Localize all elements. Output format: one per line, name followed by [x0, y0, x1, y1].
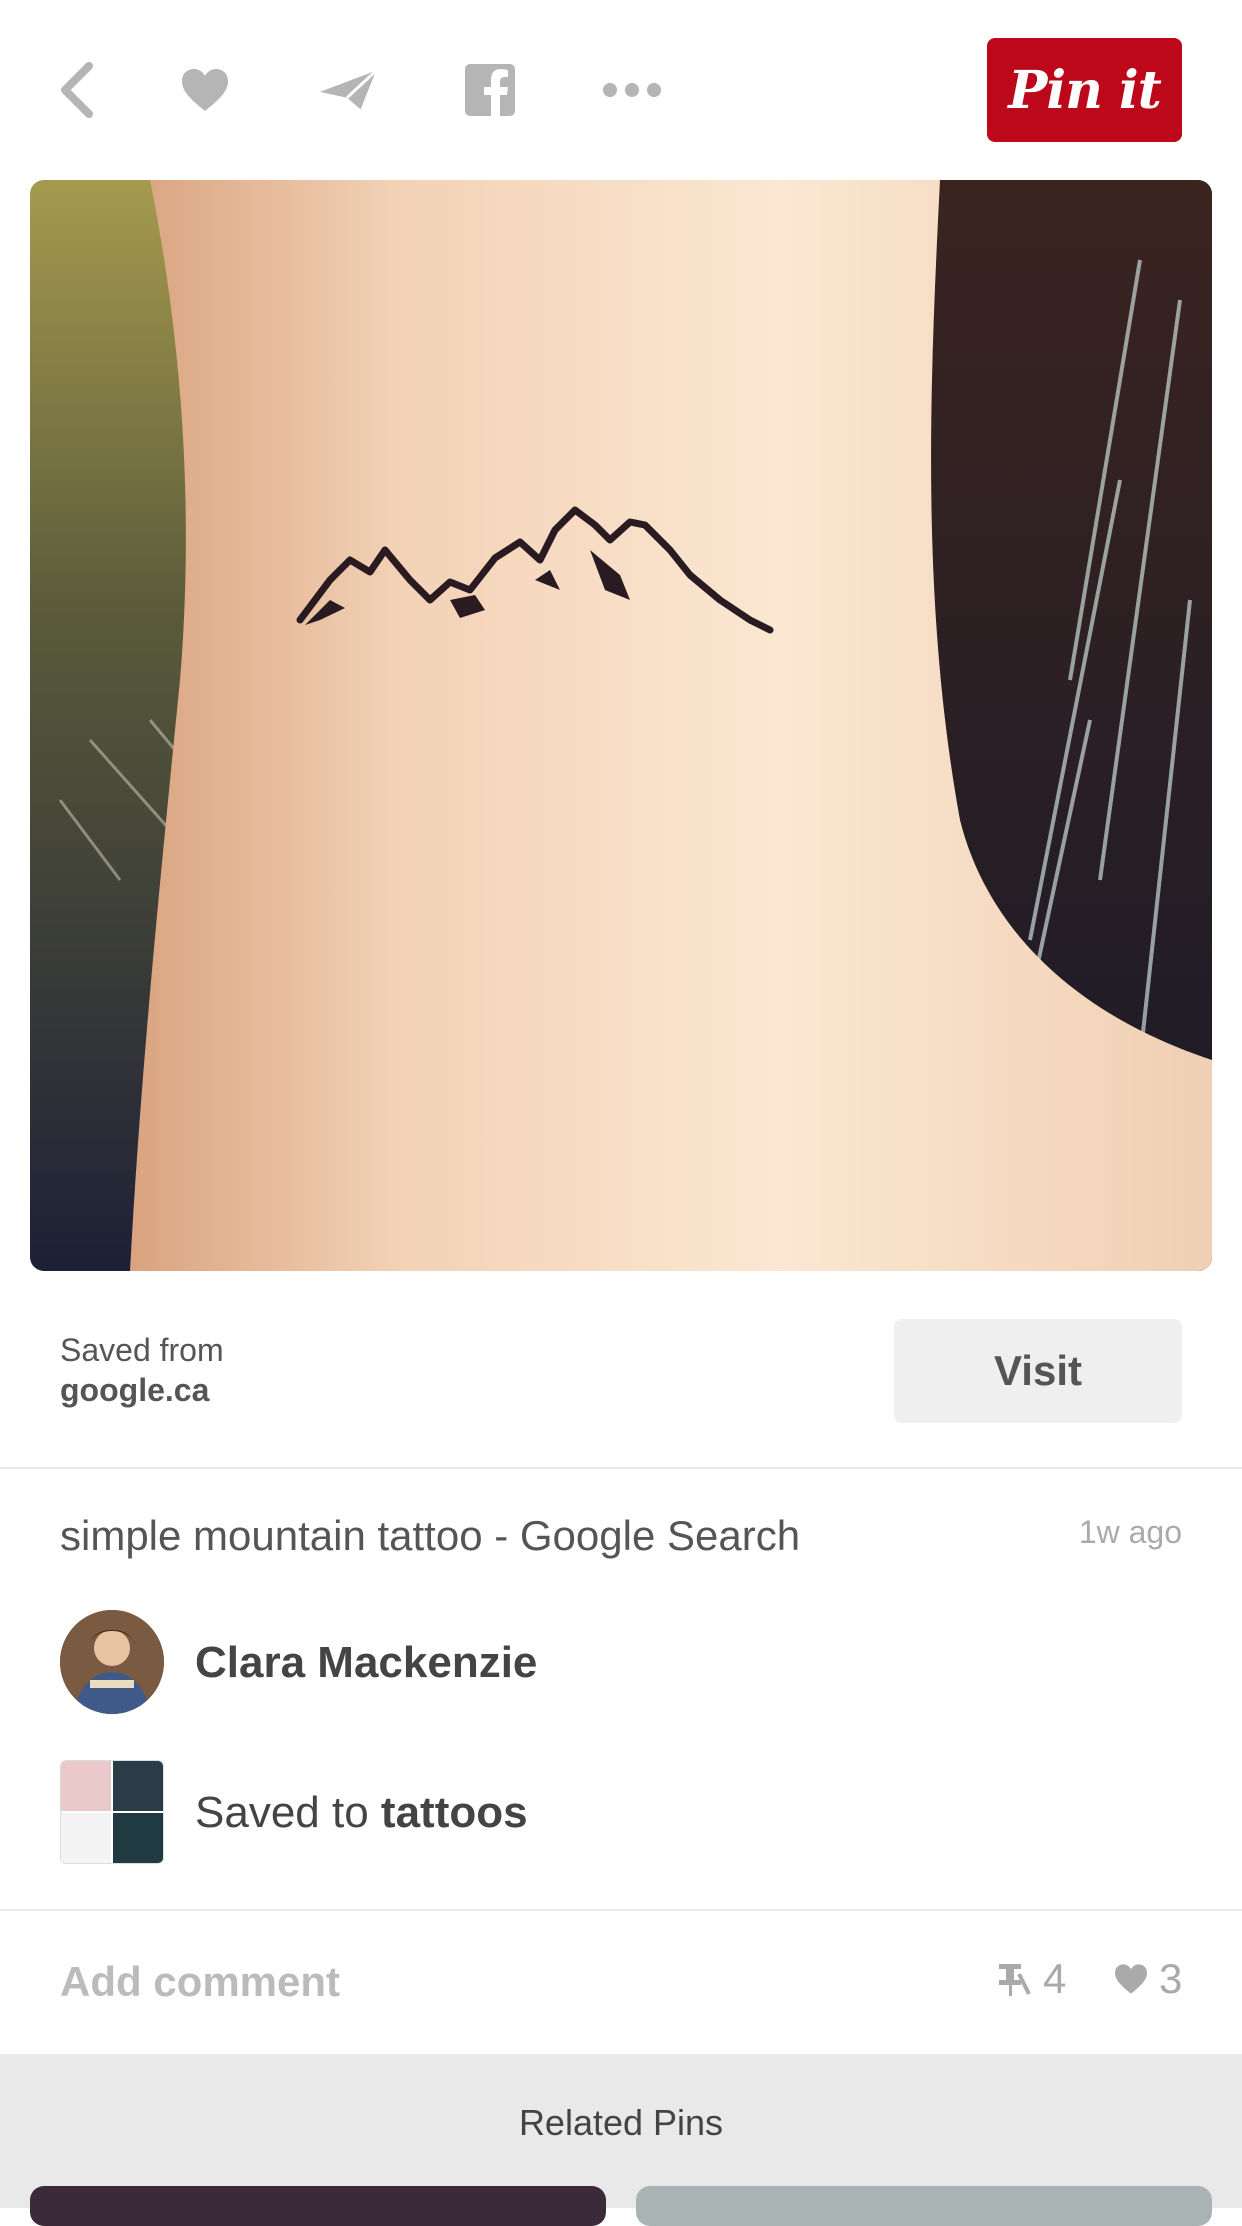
avatar[interactable]: [60, 1610, 164, 1714]
heart-icon[interactable]: [175, 60, 235, 120]
send-icon[interactable]: [318, 60, 378, 120]
saved-to-line: Saved to tattoos: [195, 1788, 528, 1838]
pinner-name[interactable]: Clara Mackenzie: [195, 1638, 537, 1688]
timestamp: 1w ago: [1078, 1514, 1182, 1550]
board-thumb-tile: [113, 1813, 163, 1863]
repin-count-value: 4: [1043, 1955, 1067, 2002]
saved-from-label: Saved from: [60, 1332, 224, 1368]
board-thumb-tile: [61, 1813, 111, 1863]
back-icon[interactable]: [47, 60, 107, 120]
pin-image[interactable]: [30, 180, 1212, 1271]
like-count-value: 3: [1159, 1955, 1183, 2002]
pin-it-button[interactable]: Pin it: [987, 38, 1182, 142]
board-thumb-tile: [61, 1761, 111, 1811]
like-count[interactable]: 3: [1113, 1955, 1182, 2003]
divider: [0, 1909, 1242, 1911]
add-comment-input[interactable]: Add comment: [60, 1958, 340, 2006]
divider: [0, 1467, 1242, 1469]
related-pins-title: Related Pins: [518, 2102, 724, 2143]
heart-icon: [1115, 1964, 1147, 1994]
related-pin-card[interactable]: [30, 2186, 606, 2226]
facebook-icon[interactable]: [460, 60, 520, 120]
more-icon[interactable]: [602, 60, 662, 120]
repin-count[interactable]: 4: [995, 1955, 1066, 2003]
related-pin-card[interactable]: [636, 2186, 1212, 2226]
visit-button[interactable]: Visit: [894, 1319, 1182, 1423]
board-link[interactable]: tattoos: [381, 1788, 528, 1837]
board-thumb-tile: [113, 1761, 163, 1811]
pin-description: simple mountain tattoo - Google Search: [60, 1512, 801, 1559]
pin-icon: [999, 1964, 1031, 1996]
source-site-link[interactable]: google.ca: [60, 1372, 209, 1409]
saved-to-label: Saved to: [195, 1788, 369, 1837]
board-thumbnail[interactable]: [60, 1760, 164, 1864]
